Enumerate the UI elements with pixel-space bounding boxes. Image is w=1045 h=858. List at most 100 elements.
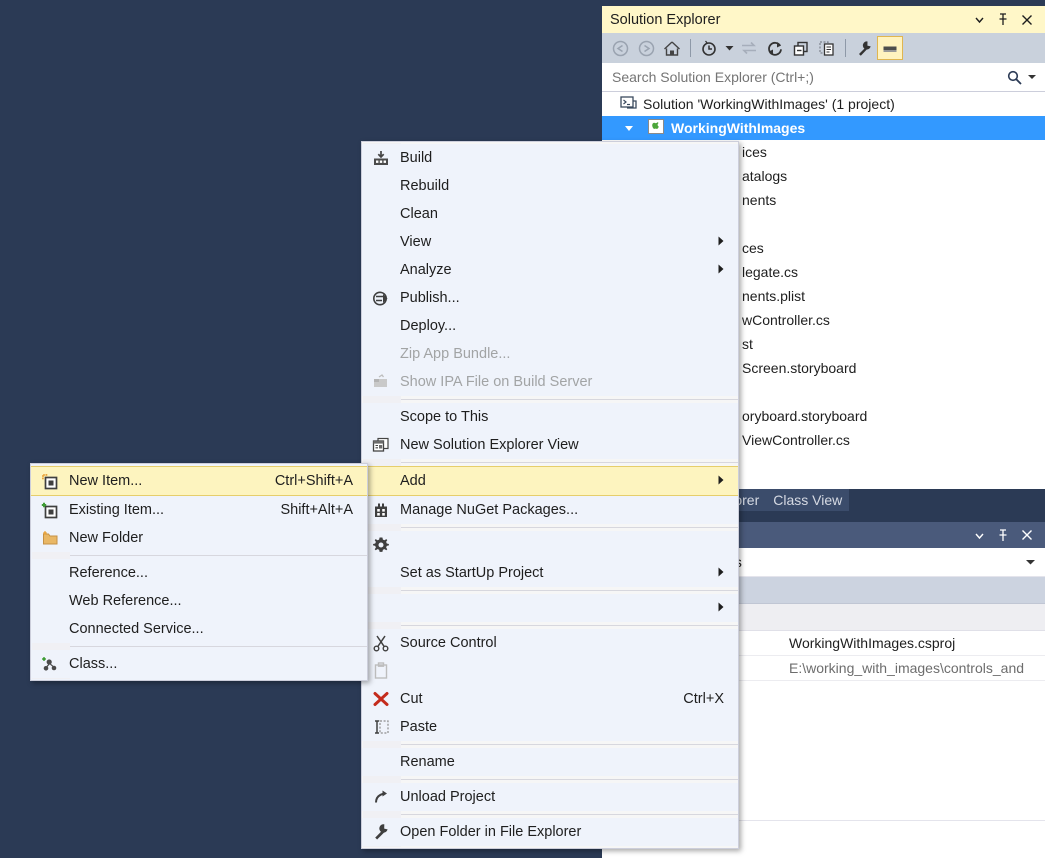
publish-icon <box>362 284 400 312</box>
menu-item-label: Source Control <box>400 635 724 651</box>
add-submenu[interactable]: New Item... Ctrl+Shift+A Existing Item..… <box>30 463 368 681</box>
no-icon <box>362 256 400 284</box>
dropdown-icon[interactable] <box>968 10 990 30</box>
pin-icon[interactable] <box>992 10 1014 30</box>
menu-item-deploy[interactable]: Deploy... <box>362 312 738 340</box>
close-icon[interactable] <box>1016 525 1038 545</box>
menu-item-properties[interactable]: Open Folder in File Explorer <box>362 818 738 846</box>
menu-item-manage-nuget-packages[interactable]: Manage NuGet Packages... <box>362 496 738 524</box>
menu-item-analyze[interactable]: Analyze <box>362 256 738 284</box>
new-folder-icon <box>31 524 69 552</box>
show-all-files-icon[interactable] <box>814 36 840 60</box>
menu-item-source-control[interactable] <box>362 594 738 622</box>
no-icon <box>362 172 400 200</box>
property-value[interactable]: WorkingWithImages.csproj <box>782 635 955 651</box>
submenu-item-new-folder[interactable]: New Folder <box>31 524 367 552</box>
property-value[interactable]: E:\working_with_images\controls_and <box>782 660 1024 676</box>
tree-item-project[interactable]: WorkingWithImages <box>602 116 1045 140</box>
pin-icon[interactable] <box>992 525 1014 545</box>
solution-explorer-title: Solution Explorer <box>610 12 720 28</box>
menu-item-unload-project[interactable]: Rename <box>362 748 738 776</box>
menu-item-label: Publish... <box>400 290 738 306</box>
properties-titlebar-buttons <box>968 525 1045 545</box>
submenu-item-label: Existing Item... <box>69 502 280 518</box>
search-icon[interactable] <box>1007 70 1022 85</box>
menu-item-rename[interactable]: Paste <box>362 713 738 741</box>
submenu-item-new-item[interactable]: New Item... Ctrl+Shift+A <box>31 466 367 496</box>
expander-expanded-icon[interactable] <box>624 123 640 133</box>
sync-with-active-document-icon[interactable] <box>736 36 762 60</box>
submenu-arrow-icon <box>718 567 738 580</box>
solution-explorer-search-bar[interactable] <box>602 63 1045 92</box>
preview-selected-items-icon[interactable] <box>877 36 903 60</box>
submenu-arrow-icon <box>718 602 738 615</box>
menu-item-paste <box>362 657 738 685</box>
tree-item-label-clipped: Screen.storyboard <box>742 360 856 376</box>
class-icon <box>31 650 69 678</box>
no-icon <box>31 587 69 615</box>
menu-item-open-folder-in-file-explorer[interactable]: Unload Project <box>362 783 738 811</box>
menu-item-label: New Solution Explorer View <box>400 437 738 453</box>
menu-item-label: Set as StartUp Project <box>400 565 718 581</box>
project-context-menu[interactable]: Build Rebuild Clean View Analyze Publish… <box>361 141 739 849</box>
tree-item-solution[interactable]: Solution 'WorkingWithImages' (1 project) <box>602 92 1045 116</box>
no-icon <box>31 559 69 587</box>
close-icon[interactable] <box>1016 10 1038 30</box>
home-icon[interactable] <box>659 36 685 60</box>
existing-item-icon <box>31 496 69 524</box>
submenu-item-reference[interactable]: Reference... <box>31 559 367 587</box>
menu-item-label: Rename <box>400 754 738 770</box>
menu-item-label: Build <box>400 150 738 166</box>
rename-icon <box>362 713 400 741</box>
submenu-item-label: Class... <box>69 656 367 672</box>
submenu-item-existing-item[interactable]: Existing Item... Shift+Alt+A <box>31 496 367 524</box>
no-icon <box>362 312 400 340</box>
properties-icon[interactable] <box>851 36 877 60</box>
forward-icon[interactable] <box>633 36 659 60</box>
menu-item-label: View <box>400 234 718 250</box>
search-input[interactable] <box>610 68 1007 86</box>
menu-item-new-solution-explorer-view[interactable]: New Solution Explorer View <box>362 431 738 459</box>
no-icon <box>362 748 400 776</box>
menu-item-publish[interactable]: Publish... <box>362 284 738 312</box>
menu-item-clean[interactable]: Clean <box>362 200 738 228</box>
chevron-down-icon[interactable] <box>1026 557 1035 567</box>
submenu-item-label: New Item... <box>69 473 275 489</box>
no-icon <box>362 403 400 431</box>
refresh-icon[interactable] <box>762 36 788 60</box>
menu-separator <box>400 462 738 463</box>
filter-dropdown-icon[interactable] <box>722 36 736 60</box>
menu-item-label: Cut <box>400 691 683 707</box>
search-dropdown-icon[interactable] <box>1028 72 1036 82</box>
submenu-item-shortcut: Ctrl+Shift+A <box>275 473 367 489</box>
menu-item-cut[interactable]: Source Control <box>362 629 738 657</box>
menu-item-rebuild[interactable]: Rebuild <box>362 172 738 200</box>
menu-item-label: Add <box>400 473 718 489</box>
menu-separator <box>400 527 738 528</box>
submenu-arrow-icon <box>718 236 738 249</box>
menu-item-remove[interactable]: Cut Ctrl+X <box>362 685 738 713</box>
submenu-item-connected-service[interactable]: Connected Service... <box>31 615 367 643</box>
menu-item-zip-app-bundle: Zip App Bundle... <box>362 340 738 368</box>
no-icon <box>31 615 69 643</box>
tree-item-label-clipped: nents.plist <box>742 288 805 304</box>
menu-item-build[interactable]: Build <box>362 144 738 172</box>
collapse-all-icon[interactable] <box>788 36 814 60</box>
tree-item-label: Solution 'WorkingWithImages' (1 project) <box>643 96 895 112</box>
menu-item-debug[interactable]: Set as StartUp Project <box>362 559 738 587</box>
menu-item-add[interactable]: Add <box>362 466 738 496</box>
menu-item-view[interactable]: View <box>362 228 738 256</box>
tab-class-view[interactable]: Class View <box>766 489 849 511</box>
menu-item-set-as-startup-project[interactable] <box>362 531 738 559</box>
menu-item-label: Zip App Bundle... <box>400 346 738 362</box>
submenu-item-class[interactable]: Class... <box>31 650 367 678</box>
menu-separator <box>400 590 738 591</box>
submenu-item-web-reference[interactable]: Web Reference... <box>31 587 367 615</box>
dropdown-icon[interactable] <box>968 525 990 545</box>
menu-item-label: Clean <box>400 206 738 222</box>
back-icon[interactable] <box>607 36 633 60</box>
submenu-item-label: Connected Service... <box>69 621 367 637</box>
menu-item-scope-to-this[interactable]: Scope to This <box>362 403 738 431</box>
pending-changes-filter-icon[interactable] <box>696 36 722 60</box>
submenu-item-label: Web Reference... <box>69 593 367 609</box>
